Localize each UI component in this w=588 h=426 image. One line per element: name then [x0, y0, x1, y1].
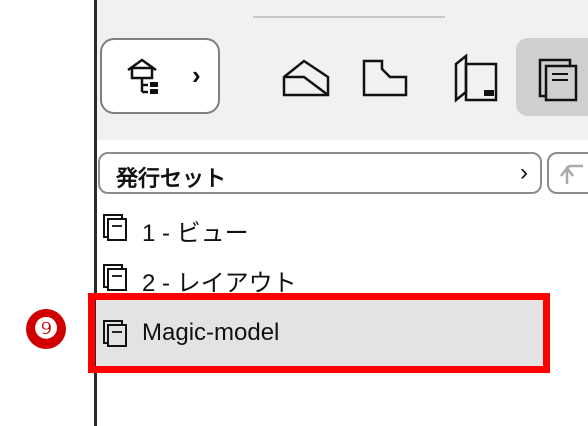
list-item-label: 1 - ビュー [142, 220, 249, 247]
navigator-popup-button[interactable]: › [100, 38, 220, 114]
step-number-badge: ❾ [26, 309, 66, 349]
project-map-icon[interactable] [280, 55, 332, 101]
publisher-set-icon [103, 264, 127, 291]
publisher-set-dropdown[interactable]: 発行セット › [98, 152, 542, 194]
chevron-right-icon: › [520, 159, 528, 186]
dropdown-label: 発行セット [116, 166, 227, 191]
navigator-tree-icon [127, 58, 158, 94]
publisher-sets-icon[interactable] [534, 54, 588, 102]
annotation-highlight-box [88, 293, 550, 373]
back-button[interactable] [547, 152, 588, 194]
view-map-icon[interactable] [360, 55, 410, 101]
chevron-right-icon: › [192, 60, 201, 90]
publisher-set-icon [103, 214, 127, 241]
layout-book-icon[interactable] [450, 52, 502, 104]
drag-handle[interactable] [253, 16, 445, 18]
list-item[interactable]: 1 - ビュー [100, 206, 580, 247]
outer-margin [0, 0, 94, 426]
list-item[interactable]: 2 - レイアウト [100, 256, 580, 297]
arrow-up-back-icon [560, 164, 583, 184]
